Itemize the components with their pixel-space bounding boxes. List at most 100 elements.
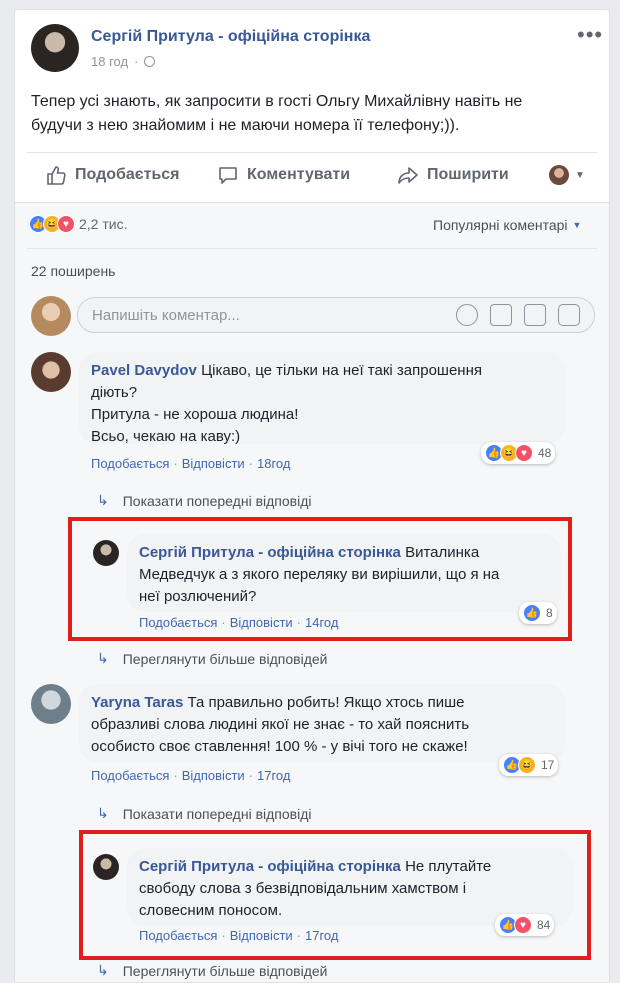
chevron-down-icon: ▼ bbox=[572, 220, 582, 230]
love-reaction-icon: ♥ bbox=[515, 444, 533, 462]
reply-author-avatar[interactable] bbox=[93, 854, 119, 880]
comment-sort-label: Популярні коментарі bbox=[433, 217, 568, 233]
comment-like-link[interactable]: Подобається bbox=[91, 456, 169, 471]
post-text-line: будучи з нею знайомим і не маючи номера … bbox=[31, 117, 460, 134]
sticker-icon[interactable] bbox=[558, 304, 580, 326]
comment-text: Та правильно робить! Якщо хтось пише bbox=[187, 694, 465, 711]
post-time-text[interactable]: 18 год bbox=[91, 54, 128, 69]
reply-meta: Подобається · Відповісти · 17год bbox=[139, 928, 339, 943]
reply-reply-link[interactable]: Відповісти bbox=[230, 928, 293, 943]
reply-bubble: Сергій Притула - офіційна сторінка Витал… bbox=[127, 534, 561, 612]
commenter-avatar[interactable] bbox=[31, 684, 71, 724]
reply-reply-link[interactable]: Відповісти bbox=[230, 615, 293, 630]
reply-like-link[interactable]: Подобається bbox=[139, 928, 217, 943]
show-previous-replies[interactable]: ↳ Показати попередні відповіді bbox=[97, 805, 311, 822]
share-button[interactable]: Поширити bbox=[397, 162, 509, 188]
post-text: Тепер усі знають, як запросити в гості О… bbox=[31, 90, 522, 138]
post-time[interactable]: 18 год · bbox=[91, 54, 156, 69]
view-more-replies-label: Переглянути більше відповідей bbox=[122, 650, 328, 667]
reply-text: Медведчук а з якого переляку ви вирішили… bbox=[139, 566, 500, 583]
comment-bubble: Pavel Davydov Цікаво, це тільки на неї т… bbox=[79, 352, 565, 445]
reply-reactions-count: 8 bbox=[546, 606, 553, 620]
comment-input-placeholder: Напишіть коментар... bbox=[92, 306, 240, 324]
comment-sort-dropdown[interactable]: Популярні коментарі ▼ bbox=[433, 217, 581, 233]
comment-icon bbox=[219, 167, 237, 184]
comment-input[interactable]: Напишіть коментар... bbox=[77, 297, 595, 333]
current-user-avatar bbox=[31, 296, 71, 336]
more-options-icon[interactable]: ••• bbox=[577, 22, 603, 48]
love-reaction-icon: ♥ bbox=[57, 215, 75, 233]
comment-text: Притула - не хороша людина! bbox=[91, 406, 299, 423]
reply-author[interactable]: Сергій Притула - офіційна сторінка bbox=[139, 858, 401, 875]
comment-meta: Подобається · Відповісти · 17год bbox=[91, 768, 291, 783]
reactions-summary[interactable]: 👍 😆 ♥ 2,2 тис. bbox=[29, 215, 127, 233]
comment-text: особисто своє ставлення! 100 % - у вічі … bbox=[91, 738, 468, 755]
reply-author[interactable]: Сергій Притула - офіційна сторінка bbox=[139, 544, 401, 561]
comment-like-link[interactable]: Подобається bbox=[91, 768, 169, 783]
comment-reactions[interactable]: 👍 😆 17 bbox=[499, 754, 559, 776]
emoji-icon[interactable] bbox=[456, 304, 478, 326]
post-text-line: Тепер усі знають, як запросити в гості О… bbox=[31, 93, 523, 110]
divider bbox=[27, 152, 597, 153]
reply-time[interactable]: 17год bbox=[305, 928, 338, 943]
like-button-label: Подобається bbox=[75, 166, 180, 183]
comment-reply-link[interactable]: Відповісти bbox=[182, 456, 245, 471]
gif-icon[interactable] bbox=[524, 304, 546, 326]
comment-text: діють? bbox=[91, 384, 138, 401]
user-avatar bbox=[549, 165, 569, 185]
commenter-avatar[interactable] bbox=[31, 352, 71, 392]
comment-bubble: Yaryna Taras Та правильно робить! Якщо х… bbox=[79, 684, 565, 762]
reply-arrow-icon: ↳ bbox=[97, 650, 109, 666]
comment-button-label: Коментувати bbox=[247, 166, 351, 183]
audience-selector[interactable]: ▼ bbox=[549, 165, 585, 185]
post-card: Сергій Притула - офіційна сторінка 18 го… bbox=[14, 9, 610, 983]
show-previous-replies-label: Показати попередні відповіді bbox=[122, 492, 312, 509]
love-reaction-icon: ♥ bbox=[514, 916, 532, 934]
reply-meta: Подобається · Відповісти · 14год bbox=[139, 615, 339, 630]
like-reaction-icon: 👍 bbox=[523, 604, 541, 622]
comment-time[interactable]: 18год bbox=[257, 456, 290, 471]
reply-time[interactable]: 14год bbox=[305, 615, 338, 630]
comment-meta: Подобається · Відповісти · 18год bbox=[91, 456, 291, 471]
reply-arrow-icon: ↳ bbox=[97, 962, 109, 978]
reply-like-link[interactable]: Подобається bbox=[139, 615, 217, 630]
reply-reactions[interactable]: 👍 8 bbox=[519, 602, 557, 624]
post-author-name[interactable]: Сергій Притула - офіційна сторінка bbox=[91, 28, 370, 46]
comment-reactions-count: 17 bbox=[541, 758, 555, 772]
reply-reactions-count: 84 bbox=[537, 918, 551, 932]
reply-arrow-icon: ↳ bbox=[97, 805, 109, 821]
comment-text: Цікаво, це тільки на неї такі запрошення bbox=[201, 362, 482, 379]
globe-icon bbox=[144, 56, 156, 67]
view-more-replies[interactable]: ↳ Переглянути більше відповідей bbox=[97, 650, 327, 667]
comment-reactions[interactable]: 👍 😆 ♥ 48 bbox=[481, 442, 556, 464]
reply-text: неї розлючений? bbox=[139, 588, 257, 605]
comment-reply-link[interactable]: Відповісти bbox=[182, 768, 245, 783]
view-more-replies-label: Переглянути більше відповідей bbox=[122, 962, 328, 979]
reply-text: свободу слова з безвідповідальним хамств… bbox=[139, 880, 467, 897]
share-icon bbox=[398, 167, 418, 184]
shares-count[interactable]: 22 поширень bbox=[31, 263, 115, 279]
reply-author-avatar[interactable] bbox=[93, 540, 119, 566]
reply-reactions[interactable]: 👍 ♥ 84 bbox=[495, 914, 555, 936]
reactions-count: 2,2 тис. bbox=[79, 216, 128, 232]
comment-time[interactable]: 17год bbox=[257, 768, 290, 783]
thumbs-up-icon bbox=[47, 166, 66, 185]
chevron-down-icon: ▼ bbox=[575, 169, 585, 181]
author-avatar[interactable] bbox=[31, 24, 79, 72]
show-previous-replies[interactable]: ↳ Показати попередні відповіді bbox=[97, 492, 311, 509]
show-previous-replies-label: Показати попередні відповіді bbox=[122, 805, 312, 822]
divider bbox=[27, 248, 597, 249]
comment-author[interactable]: Yaryna Taras bbox=[91, 694, 183, 711]
like-button[interactable]: Подобається bbox=[45, 162, 180, 188]
reply-text: Виталинка bbox=[405, 544, 480, 561]
comment-button[interactable]: Коментувати bbox=[217, 162, 350, 188]
camera-icon[interactable] bbox=[490, 304, 512, 326]
haha-reaction-icon: 😆 bbox=[518, 756, 536, 774]
reply-text: Не плутайте bbox=[405, 858, 492, 875]
share-button-label: Поширити bbox=[427, 166, 509, 183]
comment-reactions-count: 48 bbox=[538, 446, 552, 460]
view-more-replies[interactable]: ↳ Переглянути більше відповідей bbox=[97, 962, 327, 979]
comment-author[interactable]: Pavel Davydov bbox=[91, 362, 197, 379]
comment-text: образливі слова людині якої не знає - то… bbox=[91, 716, 470, 733]
reply-arrow-icon: ↳ bbox=[97, 492, 109, 508]
